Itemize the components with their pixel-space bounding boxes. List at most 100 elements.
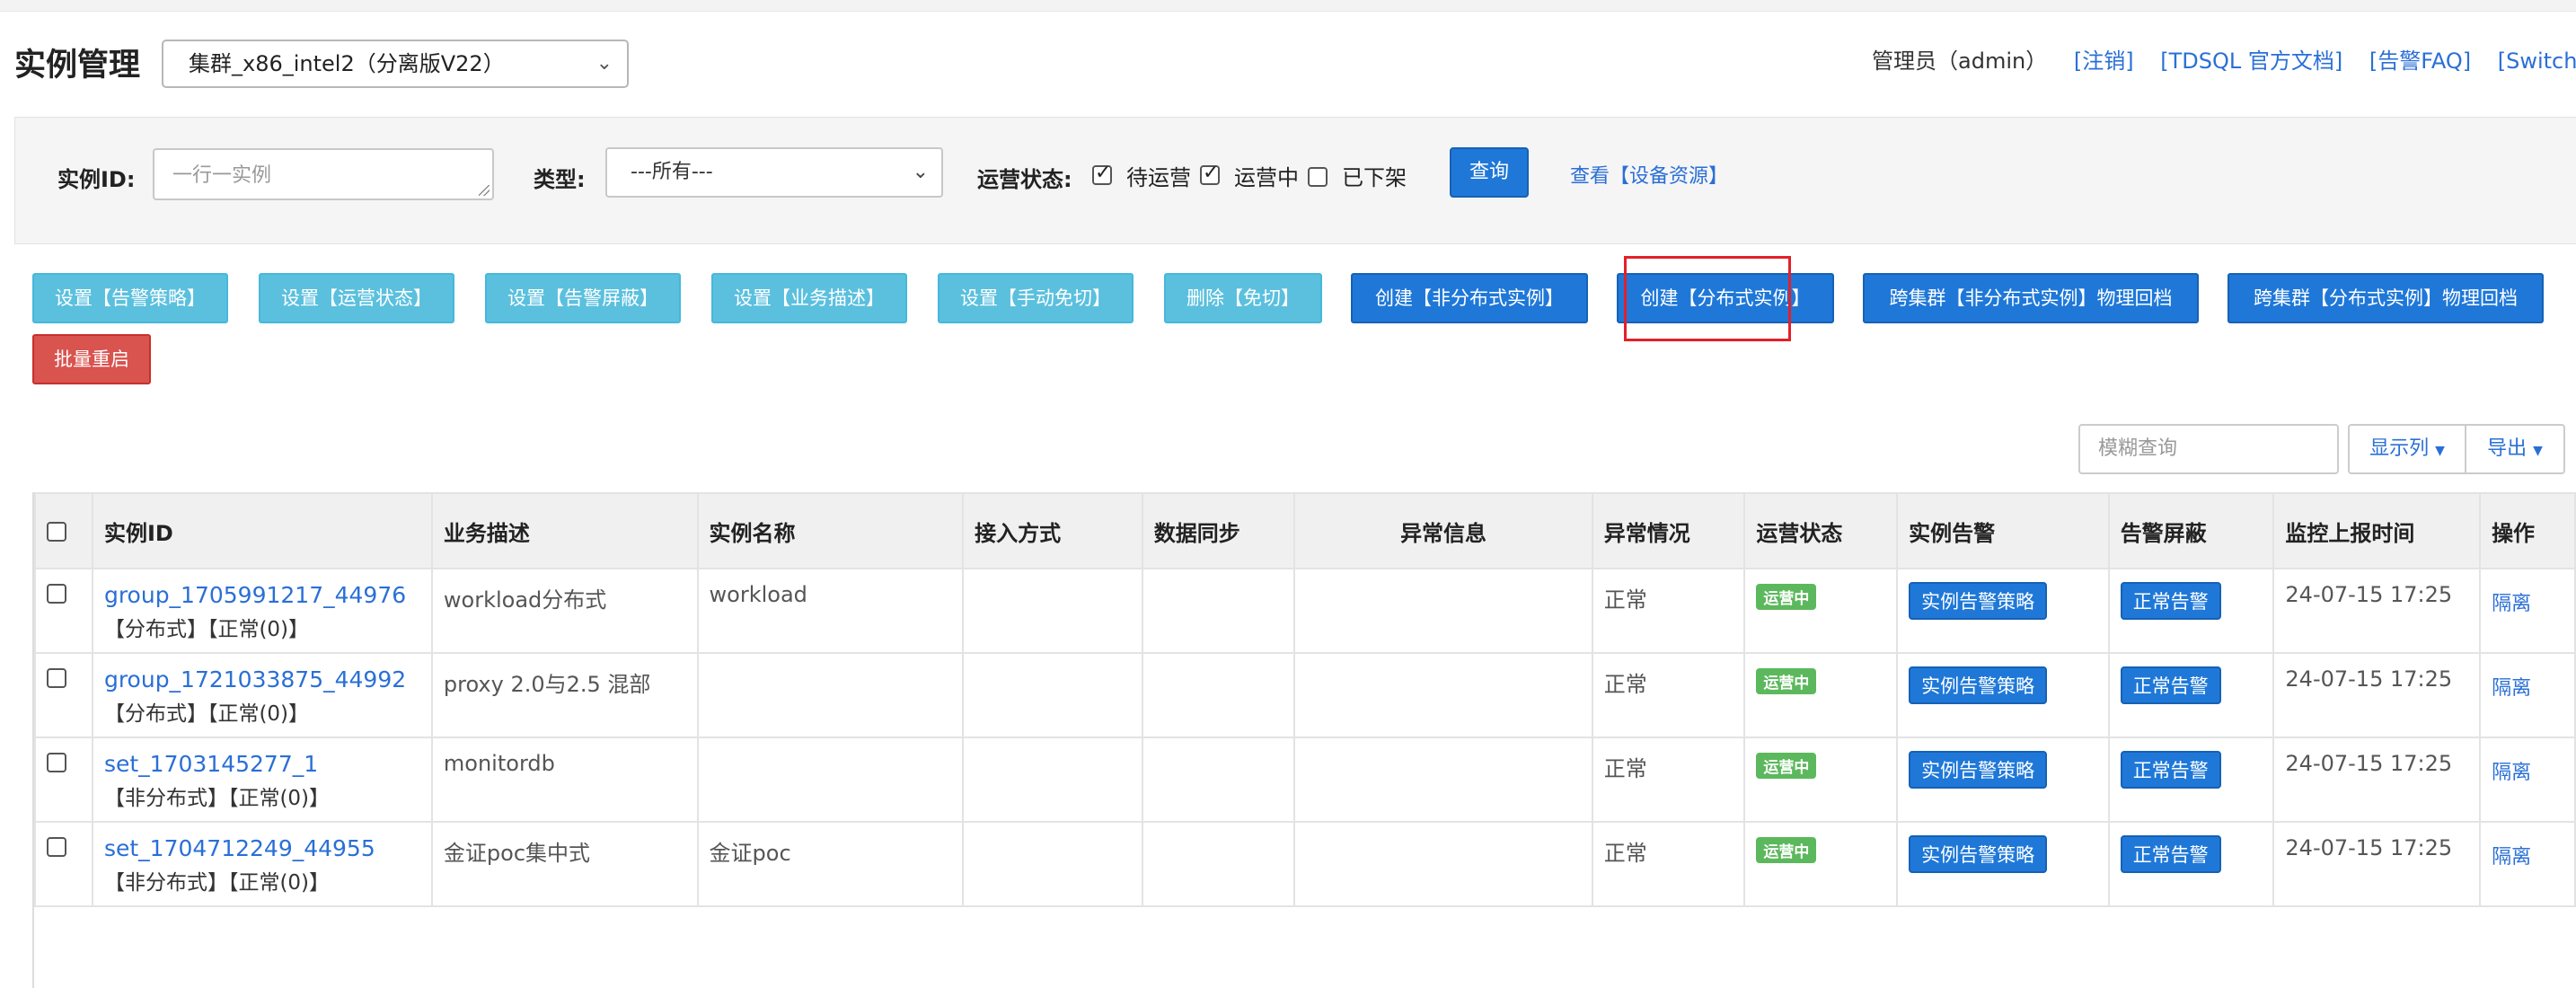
caret-down-icon: ▼ xyxy=(2435,444,2445,458)
column-header[interactable]: 实例ID xyxy=(91,492,433,569)
column-header[interactable]: 监控上报时间 xyxy=(2272,492,2482,569)
instance-type-text: 【非分布式】【正常(0)】 xyxy=(103,871,331,895)
page-title: 实例管理 xyxy=(14,48,141,84)
instance-name-cell: 金证poc xyxy=(696,821,965,907)
instance-id-cell: set_1703145277_1 【非分布式】【正常(0)】 xyxy=(91,737,433,823)
alarm-policy-button[interactable]: 实例告警策略 xyxy=(1909,751,2048,789)
status-checkbox-running[interactable] xyxy=(1200,162,1220,185)
status-option-offline: 已下架 xyxy=(1342,165,1407,190)
type-select[interactable]: ---所有--- ⌄ xyxy=(605,147,943,198)
fuzzy-search-input[interactable]: 模糊查询 xyxy=(2078,424,2339,474)
set-run-status-button[interactable]: 设置【运营状态】 xyxy=(259,273,454,323)
docs-link[interactable]: [TDSQL 官方文档] xyxy=(2160,49,2342,74)
column-header[interactable]: 业务描述 xyxy=(430,492,699,569)
status-badge: 运营中 xyxy=(1756,837,1817,863)
instance-id-input[interactable]: 一行一实例 xyxy=(153,148,494,200)
column-header[interactable]: 数据同步 xyxy=(1141,492,1296,569)
status-badge: 运营中 xyxy=(1756,584,1817,610)
access-cell xyxy=(962,737,1143,823)
cross-cluster-nondistributed-rollback-button[interactable]: 跨集群【非分布式实例】物理回档 xyxy=(1863,273,2199,323)
alarm-shield-button[interactable]: 正常告警 xyxy=(2120,835,2221,873)
cluster-select[interactable]: 集群_x86_intel2（分离版V22） ⌄ xyxy=(162,40,629,88)
instance-id-link[interactable]: set_1703145277_1 xyxy=(104,751,420,777)
alarm-faq-link[interactable]: [告警FAQ] xyxy=(2369,49,2471,74)
cross-cluster-distributed-rollback-button[interactable]: 跨集群【分布式实例】物理回档 xyxy=(2228,273,2544,323)
instance-id-link[interactable]: set_1704712249_44955 xyxy=(104,835,420,861)
instance-name-cell xyxy=(696,737,965,823)
set-alarm-shield-button[interactable]: 设置【告警屏蔽】 xyxy=(485,273,681,323)
set-business-desc-button[interactable]: 设置【业务描述】 xyxy=(711,273,907,323)
instance-id-placeholder: 一行一实例 xyxy=(172,164,272,187)
export-button[interactable]: 导出 ▼ xyxy=(2465,424,2565,474)
select-all-cell xyxy=(34,492,93,569)
alarm-shield-button[interactable]: 正常告警 xyxy=(2120,666,2221,704)
row-checkbox[interactable] xyxy=(47,753,66,772)
switch-english-link[interactable]: [Switch English] xyxy=(2498,49,2576,74)
fuzzy-search-placeholder: 模糊查询 xyxy=(2098,437,2178,460)
instance-id-label: 实例ID: xyxy=(57,167,136,192)
alarm-policy-button[interactable]: 实例告警策略 xyxy=(1909,582,2048,620)
column-header[interactable]: 异常信息 xyxy=(1293,492,1593,569)
admin-label: 管理员（admin） xyxy=(1872,49,2048,74)
status-cell: 运营中 xyxy=(1743,652,1899,738)
create-nondistributed-button[interactable]: 创建【非分布式实例】 xyxy=(1351,273,1588,323)
alarm-shield-button[interactable]: 正常告警 xyxy=(2120,582,2221,620)
column-header[interactable]: 实例告警 xyxy=(1896,492,2110,569)
isolate-link[interactable]: 隔离 xyxy=(2492,587,2531,616)
view-device-resources-link[interactable]: 查看【设备资源】 xyxy=(1570,160,1728,189)
column-header[interactable]: 运营状态 xyxy=(1743,492,1899,569)
row-checkbox[interactable] xyxy=(47,584,66,604)
sync-cell xyxy=(1141,568,1296,654)
column-header[interactable]: 实例名称 xyxy=(696,492,965,569)
row-select-cell xyxy=(34,821,93,907)
instance-id-link[interactable]: group_1721033875_44992 xyxy=(104,666,420,692)
set-alarm-policy-button[interactable]: 设置【告警策略】 xyxy=(32,273,228,323)
delete-switch-button[interactable]: 删除【免切】 xyxy=(1164,273,1322,323)
alarm-shield-button[interactable]: 正常告警 xyxy=(2120,751,2221,789)
alarm-policy-button[interactable]: 实例告警策略 xyxy=(1909,835,2048,873)
status-cell: 运营中 xyxy=(1743,737,1899,823)
table-header-row: 实例ID 业务描述 实例名称 接入方式 数据同步 异常信息 异常情况 运营状态 … xyxy=(34,492,2576,569)
row-select-cell xyxy=(34,737,93,823)
table-row: set_1704712249_44955 【非分布式】【正常(0)】 金证poc集… xyxy=(34,821,2576,907)
logout-link[interactable]: [注销] xyxy=(2074,49,2134,74)
query-button[interactable]: 查询 xyxy=(1450,147,1529,198)
resize-grip-icon[interactable] xyxy=(479,185,490,196)
instance-id-link[interactable]: group_1705991217_44976 xyxy=(104,582,420,608)
column-header[interactable]: 异常情况 xyxy=(1591,492,1746,569)
report-time-cell: 24-07-15 17:25 xyxy=(2272,737,2482,823)
row-checkbox[interactable] xyxy=(47,837,66,857)
status-label: 运营状态: xyxy=(977,167,1072,192)
status-checkbox-offline[interactable] xyxy=(1308,167,1328,187)
alarm-cell: 实例告警策略 xyxy=(1896,821,2110,907)
show-columns-button[interactable]: 显示列 ▼ xyxy=(2348,424,2466,474)
error-status-cell: 正常 xyxy=(1591,652,1746,738)
business-desc-cell: workload分布式 xyxy=(430,568,699,654)
alarm-cell: 实例告警策略 xyxy=(1896,652,2110,738)
instance-name-cell xyxy=(696,652,965,738)
shield-cell: 正常告警 xyxy=(2107,568,2275,654)
row-checkbox[interactable] xyxy=(47,668,66,688)
sync-cell xyxy=(1141,737,1296,823)
column-header[interactable]: 告警屏蔽 xyxy=(2107,492,2275,569)
status-option-running: 运营中 xyxy=(1234,165,1299,190)
column-header[interactable]: 接入方式 xyxy=(962,492,1143,569)
operation-cell: 隔离 xyxy=(2479,652,2576,738)
column-header[interactable]: 操作 xyxy=(2479,492,2576,569)
error-info-cell xyxy=(1293,568,1593,654)
instance-id-cell: group_1721033875_44992 【分布式】【正常(0)】 xyxy=(91,652,433,738)
isolate-link[interactable]: 隔离 xyxy=(2492,841,2531,869)
instance-type-text: 【分布式】【正常(0)】 xyxy=(103,702,310,726)
isolate-link[interactable]: 隔离 xyxy=(2492,672,2531,701)
top-bar xyxy=(0,0,2576,12)
instance-id-cell: set_1704712249_44955 【非分布式】【正常(0)】 xyxy=(91,821,433,907)
shield-cell: 正常告警 xyxy=(2107,821,2275,907)
type-select-value: ---所有--- xyxy=(631,161,713,183)
set-manual-switch-button[interactable]: 设置【手动免切】 xyxy=(938,273,1134,323)
alarm-policy-button[interactable]: 实例告警策略 xyxy=(1909,666,2048,704)
table-row: group_1705991217_44976 【分布式】【正常(0)】 workl… xyxy=(34,568,2576,654)
batch-restart-button[interactable]: 批量重启 xyxy=(32,334,151,384)
select-all-checkbox[interactable] xyxy=(47,522,66,542)
status-checkbox-pending[interactable] xyxy=(1092,162,1112,185)
isolate-link[interactable]: 隔离 xyxy=(2492,756,2531,785)
